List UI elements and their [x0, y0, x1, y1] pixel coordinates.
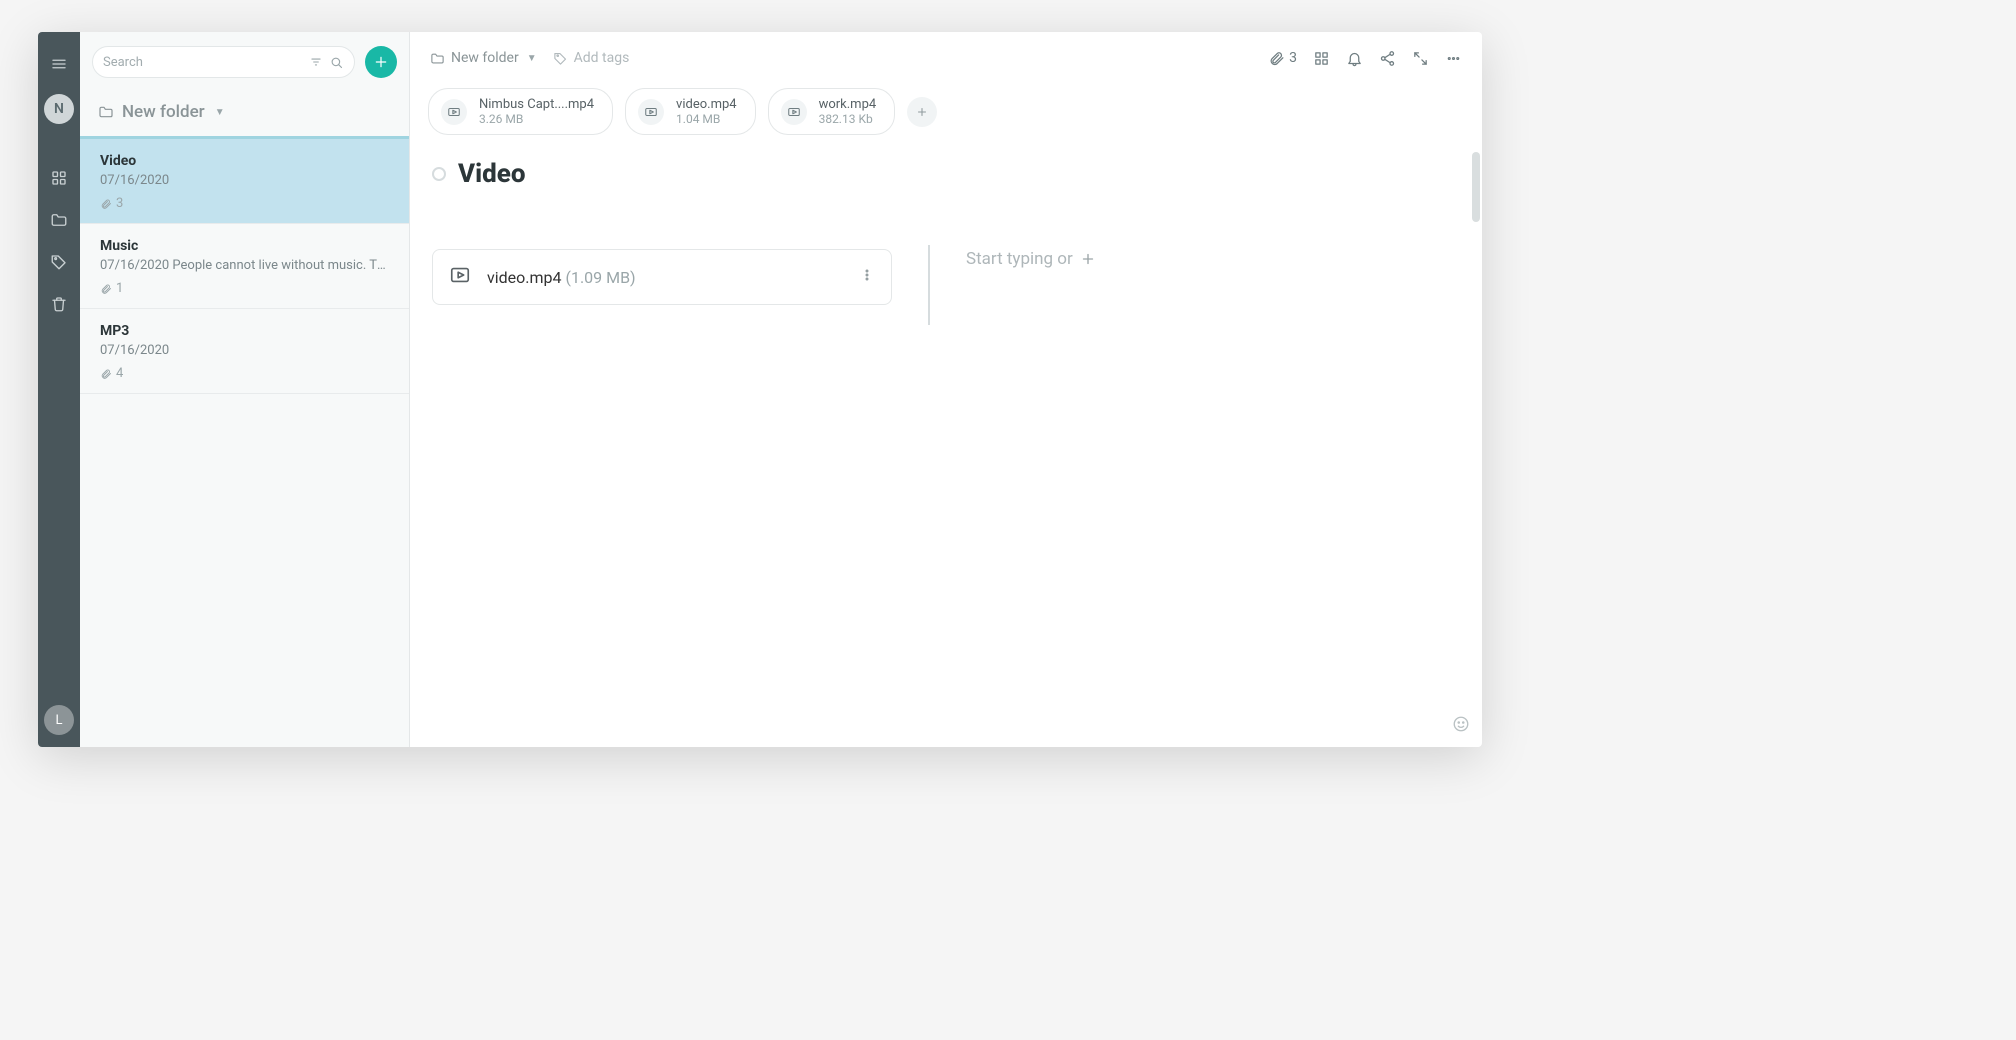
main-content: New folder ▼ Add tags 3	[410, 32, 1482, 747]
chip-name: Nimbus Capt....mp4	[479, 97, 594, 112]
chip-size: 1.04 MB	[676, 112, 737, 126]
search-input[interactable]	[103, 55, 303, 70]
note-title: MP3	[100, 323, 389, 339]
attachment-chip[interactable]: work.mp4382.13 Kb	[768, 88, 896, 135]
chevron-down-icon: ▼	[527, 53, 537, 64]
note-item-video[interactable]: Video 07/16/2020 3	[80, 139, 409, 224]
chip-name: video.mp4	[676, 97, 737, 112]
page-title[interactable]: Video	[458, 159, 526, 189]
editor-area[interactable]: Video video.mp4 (1.09 MB) Start typing o…	[410, 149, 1482, 747]
breadcrumb[interactable]: New folder ▼	[430, 50, 537, 66]
note-attachments: 1	[100, 281, 389, 296]
note-date: 07/16/2020	[100, 343, 389, 358]
more-icon[interactable]	[1445, 50, 1462, 67]
scrollbar[interactable]	[1472, 152, 1480, 222]
file-block[interactable]: video.mp4 (1.09 MB)	[432, 249, 892, 305]
grid-icon[interactable]	[1313, 50, 1330, 67]
sidebar-top	[80, 32, 409, 92]
attachment-chip[interactable]: Nimbus Capt....mp43.26 MB	[428, 88, 613, 135]
workspace-avatar[interactable]: N	[44, 94, 74, 124]
editor-column-right[interactable]: Start typing or	[966, 249, 1426, 269]
filter-icon[interactable]	[309, 55, 323, 69]
note-attachments: 3	[100, 196, 389, 211]
note-date: 07/16/2020	[100, 173, 389, 188]
add-attachment-button[interactable]	[907, 97, 937, 127]
video-icon	[638, 99, 664, 125]
note-title: Video	[100, 153, 389, 169]
topbar: New folder ▼ Add tags 3	[410, 32, 1482, 84]
attach-count: 3	[116, 196, 123, 211]
title-row: Video	[432, 159, 1482, 189]
video-icon	[441, 99, 467, 125]
chip-size: 382.13 Kb	[819, 112, 877, 126]
notes-sidebar: New folder ▼ Video 07/16/2020 3 Music 07…	[80, 32, 410, 747]
chip-size: 3.26 MB	[479, 112, 594, 126]
note-item-music[interactable]: Music 07/16/2020 People cannot live with…	[80, 224, 409, 309]
video-icon	[781, 99, 807, 125]
attachment-row: Nimbus Capt....mp43.26 MB video.mp41.04 …	[410, 84, 1482, 149]
folder-selector[interactable]: New folder ▼	[80, 92, 409, 139]
attach-count: 1	[116, 281, 123, 296]
attachment-chip[interactable]: video.mp41.04 MB	[625, 88, 756, 135]
breadcrumb-label: New folder	[451, 50, 519, 66]
add-note-button[interactable]	[365, 46, 397, 78]
editor-placeholder: Start typing or	[966, 249, 1426, 269]
search-input-wrap[interactable]	[92, 46, 355, 78]
folder-icon[interactable]	[41, 202, 77, 238]
menu-icon[interactable]	[41, 46, 77, 82]
tags-label: Add tags	[574, 50, 630, 66]
apps-icon[interactable]	[41, 160, 77, 196]
emoji-icon[interactable]	[1452, 715, 1470, 737]
topbar-actions: 3	[1268, 50, 1462, 67]
app-window: N L New folder ▼	[38, 32, 1482, 747]
note-item-mp3[interactable]: MP3 07/16/2020 4	[80, 309, 409, 394]
column-divider[interactable]	[928, 245, 930, 325]
search-icon[interactable]	[329, 55, 344, 70]
more-vertical-icon[interactable]	[859, 267, 875, 287]
share-icon[interactable]	[1379, 50, 1396, 67]
attach-count: 4	[116, 366, 123, 381]
top-attach-count: 3	[1289, 50, 1297, 66]
note-title: Music	[100, 238, 389, 254]
expand-icon[interactable]	[1412, 50, 1429, 67]
chip-name: work.mp4	[819, 97, 877, 112]
user-avatar[interactable]: L	[44, 705, 74, 735]
editor-columns: video.mp4 (1.09 MB) Start typing or	[432, 249, 1482, 325]
note-preview: 07/16/2020 People cannot live without mu…	[100, 258, 389, 273]
note-attachments: 4	[100, 366, 389, 381]
editor-column-left: video.mp4 (1.09 MB)	[432, 249, 892, 305]
chevron-down-icon: ▼	[215, 107, 225, 118]
nav-rail: N L	[38, 32, 80, 747]
tag-icon[interactable]	[41, 244, 77, 280]
add-tags[interactable]: Add tags	[553, 50, 630, 66]
trash-icon[interactable]	[41, 286, 77, 322]
attachments-button[interactable]: 3	[1268, 50, 1297, 67]
video-icon	[449, 264, 471, 290]
title-bullet	[432, 167, 446, 181]
folder-label: New folder	[122, 102, 205, 122]
file-name: video.mp4 (1.09 MB)	[487, 268, 636, 287]
bell-icon[interactable]	[1346, 50, 1363, 67]
